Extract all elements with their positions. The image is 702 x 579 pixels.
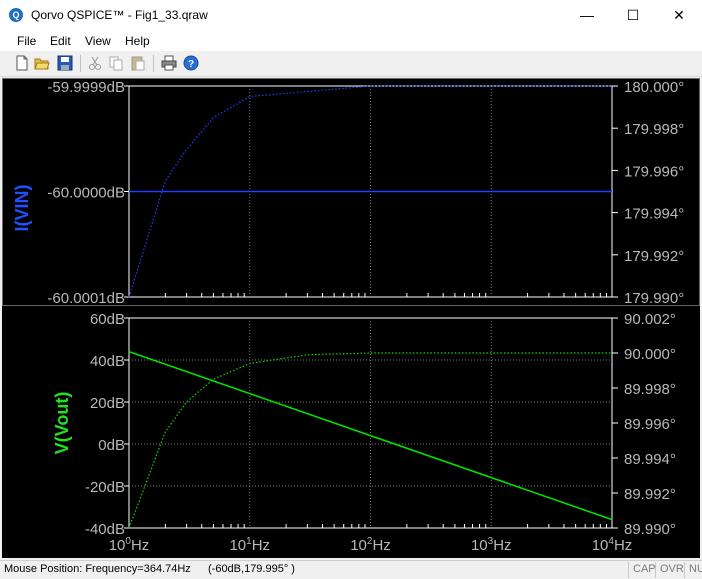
left-axis-label: -20dB (85, 479, 125, 496)
right-axis-label: 180.000° (624, 79, 684, 96)
right-axis-label: 90.002° (624, 311, 676, 328)
window-title: Qorvo QSPICE™ - Fig1_33.qraw (31, 8, 208, 22)
maximize-button[interactable]: ☐ (610, 0, 656, 31)
right-axis-label: 89.990° (624, 521, 676, 538)
mouse-position-readout: Mouse Position: Frequency=364.74Hz (4, 563, 191, 575)
right-axis-label: 90.000° (624, 346, 676, 363)
status-bar: Mouse Position: Frequency=364.74Hz (-60d… (0, 560, 702, 579)
right-axis-label: 179.990° (624, 290, 684, 307)
right-axis-label: 179.992° (624, 248, 684, 265)
left-axis-label: 0dB (98, 437, 125, 454)
cut-icon[interactable] (87, 55, 103, 71)
waveform-plot-area[interactable]: -59.9999dB -60.0000dB -60.0001dB 180.000° 17… (2, 78, 700, 558)
copy-icon[interactable] (108, 55, 124, 71)
menu-help[interactable]: Help (125, 34, 150, 48)
toolbar-separator (153, 55, 154, 72)
menu-view[interactable]: View (85, 34, 111, 48)
left-axis-label: 40dB (90, 353, 125, 370)
x-label-base: 10 (229, 537, 246, 554)
x-label-base: 10 (592, 537, 609, 554)
waveform-plot-svg[interactable]: -59.9999dB -60.0000dB -60.0001dB 180.000° 17… (2, 78, 700, 558)
top-trace-label[interactable]: I(VIN) (12, 184, 32, 231)
x-label-unit: Hz (372, 537, 390, 554)
save-icon[interactable] (57, 55, 73, 71)
overwrite-indicator: OVR (655, 562, 687, 578)
num-lock-indicator: NUM (684, 562, 702, 578)
close-button[interactable]: ✕ (656, 0, 702, 31)
print-icon[interactable] (161, 55, 177, 71)
right-axis-label: 179.994° (624, 206, 684, 223)
menu-bar: File Edit View Help (0, 31, 702, 51)
x-label-base: 10 (350, 537, 367, 554)
x-label-unit: Hz (131, 537, 149, 554)
minimize-button[interactable]: — (564, 0, 610, 31)
x-label-unit: Hz (493, 537, 511, 554)
right-axis-label: 89.996° (624, 416, 676, 433)
x-label-unit: Hz (614, 537, 632, 554)
toolbar-separator (80, 55, 81, 72)
x-label-unit: Hz (252, 537, 270, 554)
svg-text:?: ? (188, 59, 194, 70)
paste-icon[interactable] (130, 55, 146, 71)
left-axis-label: -60.0001dB (47, 290, 125, 307)
x-label-base: 10 (109, 537, 126, 554)
left-axis-label: -40dB (85, 521, 125, 538)
right-axis-label: 179.996° (624, 163, 684, 180)
cursor-coordinates: (-60dB,179.995° ) (208, 563, 295, 575)
toolbar: ? (0, 51, 702, 77)
x-label-base: 10 (471, 537, 488, 554)
new-icon[interactable] (14, 55, 30, 71)
right-axis-label: 179.998° (624, 121, 684, 138)
title-bar: Q Qorvo QSPICE™ - Fig1_33.qraw — ☐ ✕ (0, 0, 702, 31)
left-axis-label: -60.0000dB (47, 185, 125, 202)
help-icon[interactable]: ? (183, 55, 199, 71)
open-icon[interactable] (34, 55, 50, 71)
bottom-trace-label[interactable]: V(Vout) (52, 392, 72, 455)
left-axis-label: -59.9999dB (47, 79, 125, 96)
left-axis-label: 20dB (90, 395, 125, 412)
menu-edit[interactable]: Edit (50, 34, 71, 48)
menu-file[interactable]: File (17, 34, 36, 48)
qspice-app-icon: Q (9, 8, 23, 22)
right-axis-label: 89.992° (624, 486, 676, 503)
right-axis-label: 89.998° (624, 381, 676, 398)
left-axis-label: 60dB (90, 311, 125, 328)
right-axis-label: 89.994° (624, 451, 676, 468)
